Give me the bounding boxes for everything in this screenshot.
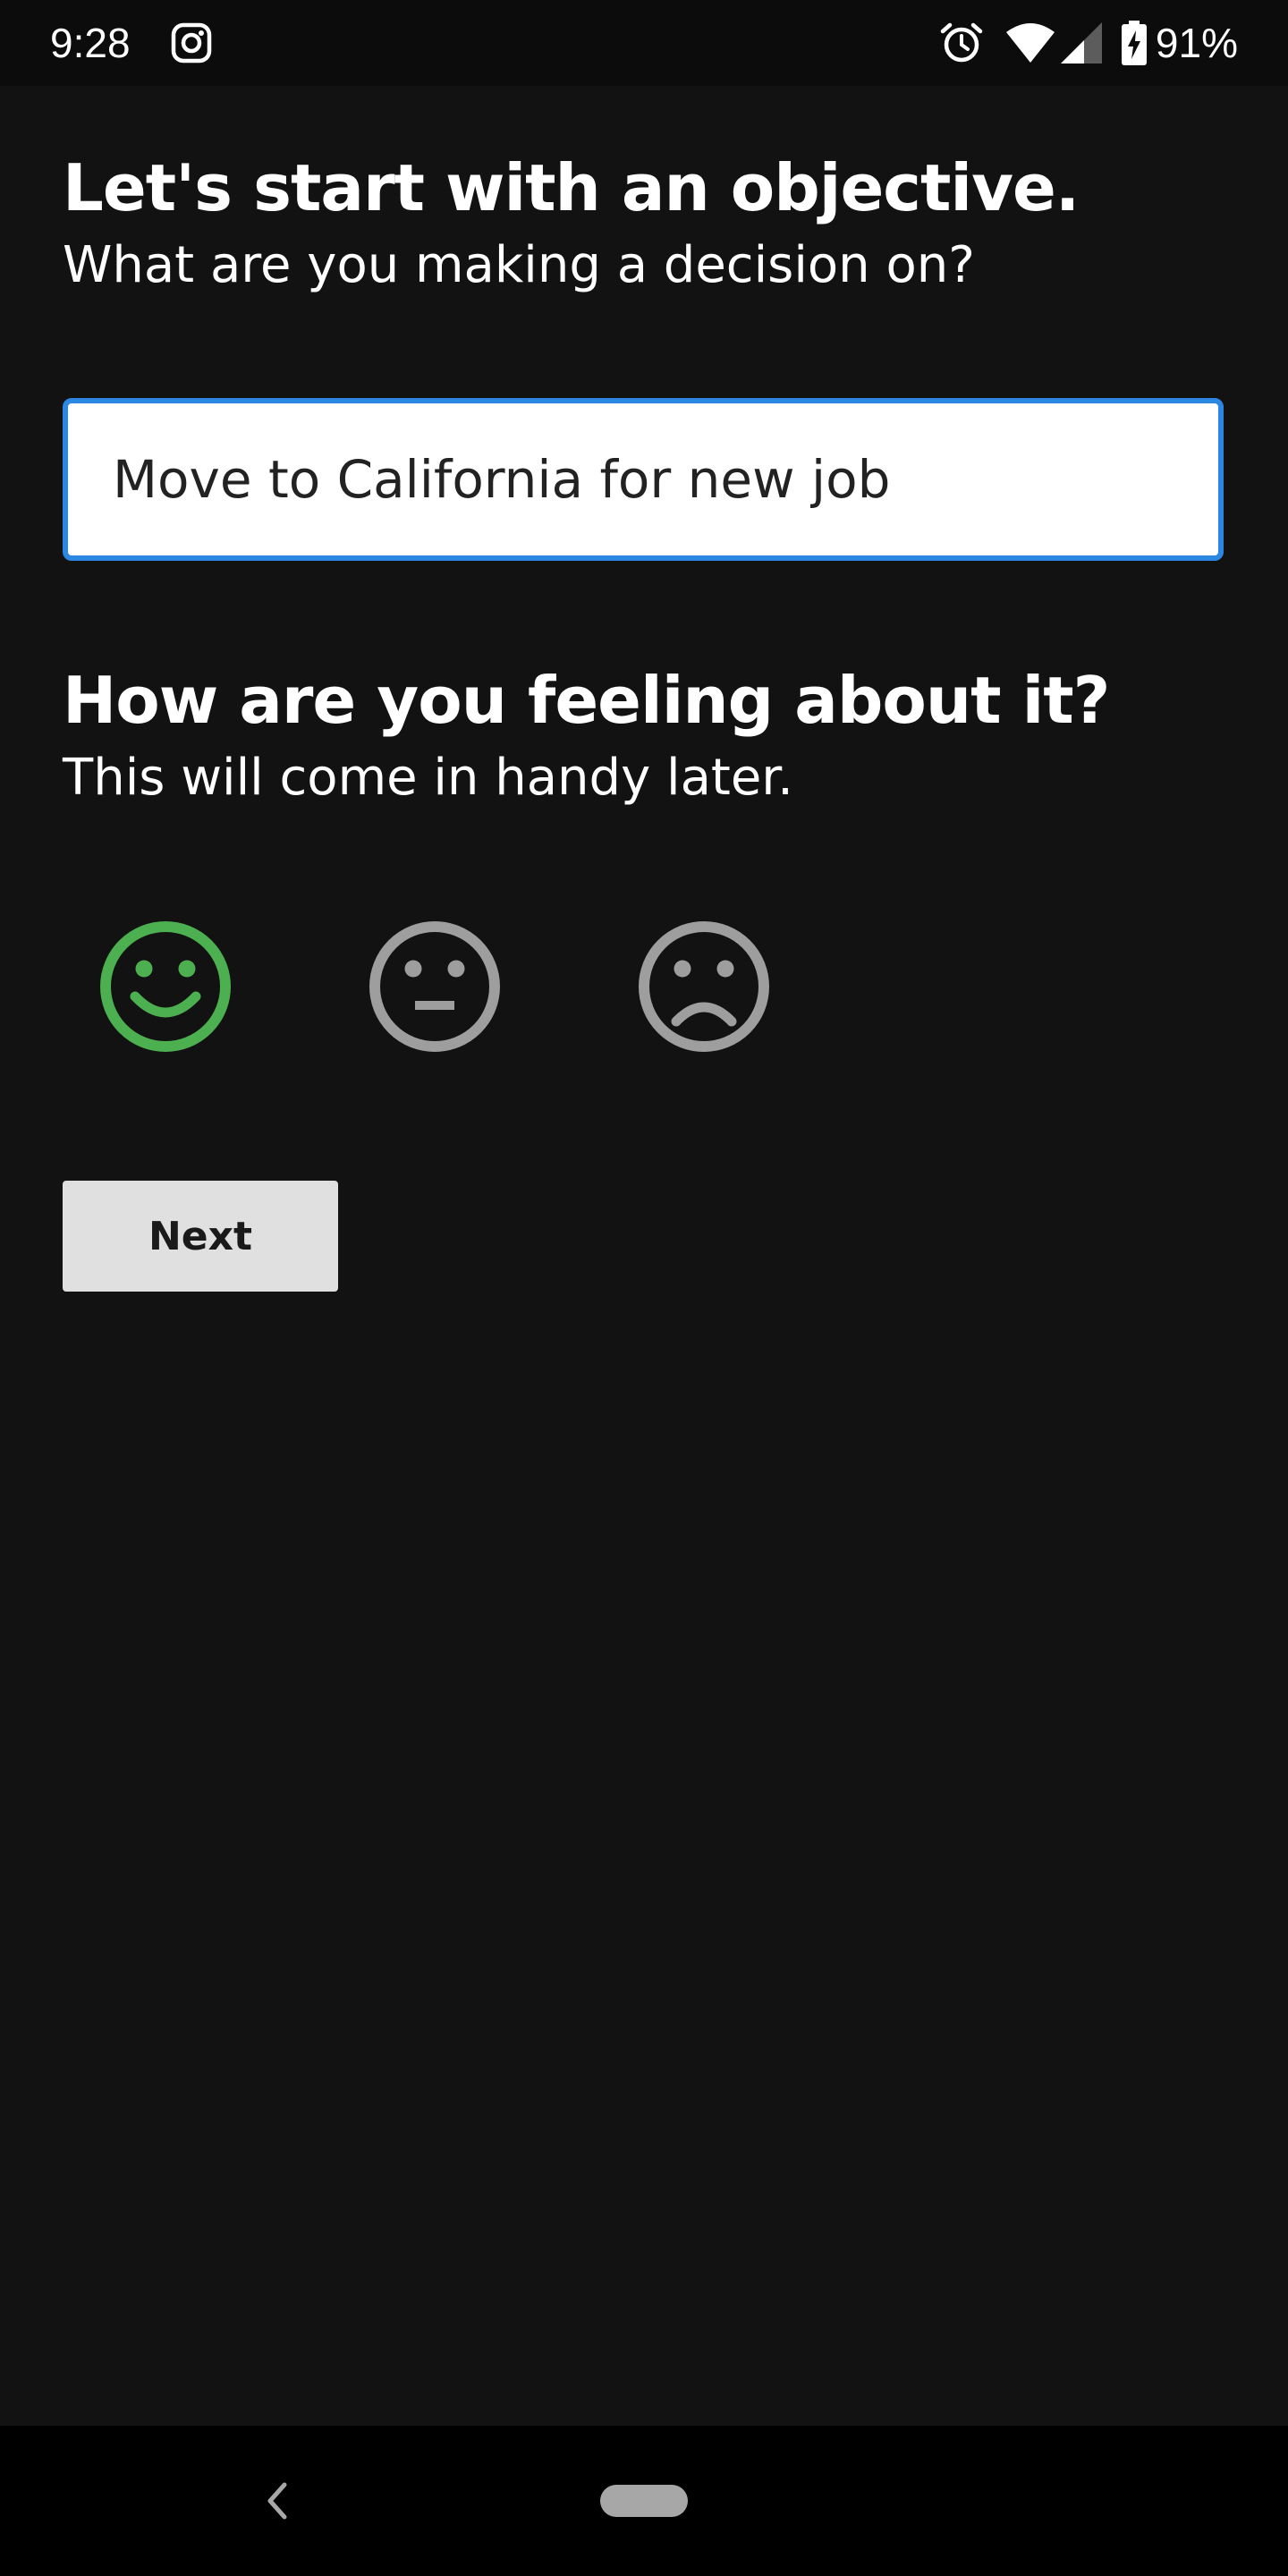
alarm-icon	[940, 22, 983, 63]
home-pill-icon[interactable]	[600, 2485, 688, 2517]
objective-subtitle: What are you making a decision on?	[63, 236, 975, 294]
mood-happy-button[interactable]	[98, 919, 233, 1054]
status-icons: 91%	[939, 16, 1238, 70]
objective-input[interactable]	[63, 398, 1224, 561]
feeling-title: How are you feeling about it?	[63, 663, 1110, 738]
smiley-sad-icon	[639, 921, 769, 1052]
battery-charging-icon	[1121, 21, 1147, 65]
next-button[interactable]: Next	[63, 1181, 338, 1292]
objective-title: Let's start with an objective.	[63, 150, 1080, 225]
cellular-signal-icon	[1060, 22, 1102, 64]
instagram-icon	[171, 22, 212, 64]
smiley-happy-icon	[100, 921, 231, 1052]
mood-neutral-button[interactable]	[368, 919, 502, 1054]
mood-sad-button[interactable]	[637, 919, 771, 1054]
navigation-bar	[0, 2426, 1288, 2576]
back-icon[interactable]	[259, 2476, 295, 2526]
smiley-neutral-icon	[369, 921, 500, 1052]
status-bar: 9:28 91%	[0, 0, 1288, 86]
battery-percentage: 91%	[1155, 20, 1238, 66]
feeling-subtitle: This will come in handy later.	[63, 749, 793, 807]
wifi-icon	[1005, 23, 1055, 63]
status-time: 9:28	[50, 20, 131, 66]
